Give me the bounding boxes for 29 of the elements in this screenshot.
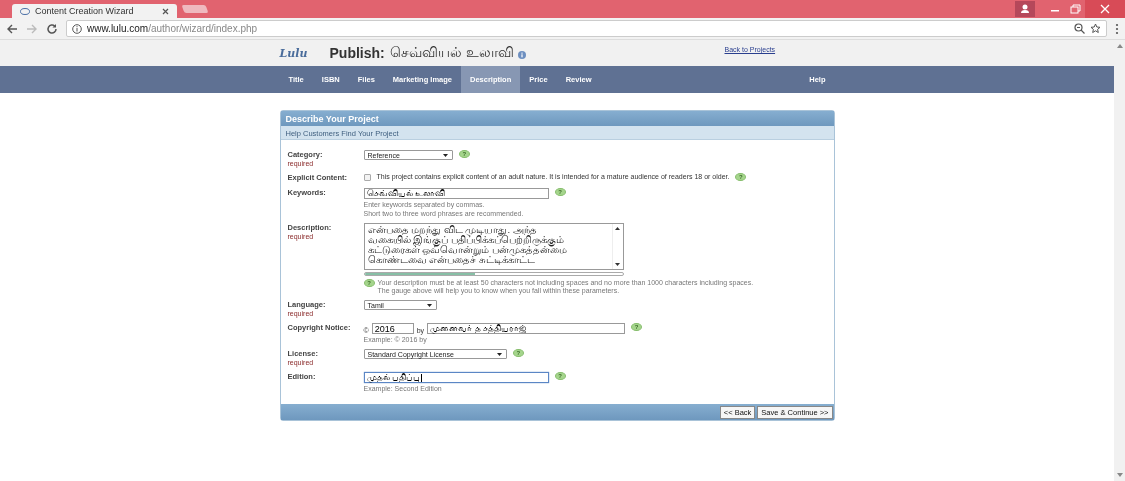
author-field[interactable]: முனைவர் த சத்தியராஜ் [427, 323, 626, 334]
close-icon[interactable] [162, 7, 169, 15]
caret-icon [426, 303, 432, 307]
scroll-up-icon[interactable] [615, 227, 620, 230]
info-icon[interactable] [517, 51, 526, 59]
address-bar[interactable]: www.lulu.com/author/wizard/index.php [66, 20, 1107, 37]
checkbox[interactable] [363, 174, 371, 181]
zoom-out-icon[interactable] [1074, 23, 1085, 34]
back-arrow-icon[interactable] [6, 22, 18, 35]
panel-header: Describe Your Project [280, 111, 834, 126]
description-field[interactable]: என்பதை மறந்து விட முடியாது. அந்த வகையில் இங்குப் பதிப்பிக்கப்பெற்றிருக்கும் கட்டுரைகள் ஒவ்வொன்றும் பன்முகத்தன்மை கொண்டவை என்பதைச் சுட்டிக்காட்ட [363, 223, 624, 270]
caret-icon [442, 153, 448, 157]
page-title: Publish: செவ்வியல் உலாவி [329, 44, 514, 62]
site-logo[interactable]: Lulu [279, 46, 330, 60]
user-icon[interactable] [1015, 1, 1035, 17]
url-text: www.lulu.com/author/wizard/index.php [87, 23, 258, 34]
caret-icon [496, 352, 502, 356]
star-icon[interactable] [1090, 23, 1101, 34]
text-field[interactable]: செவ்வியல் உலாவி [363, 188, 549, 199]
close-icon[interactable] [1085, 0, 1125, 18]
tab-title: Content Creation Wizard [35, 6, 135, 16]
year-field[interactable]: 2016 [371, 323, 414, 334]
forward-arrow-icon [26, 22, 38, 35]
browser-tab[interactable]: Content Creation Wizard [12, 4, 177, 18]
menu-icon[interactable] [1115, 22, 1119, 35]
info-icon [72, 23, 82, 34]
scroll-down-icon[interactable] [615, 263, 620, 266]
text-field[interactable]: முதல் பதிப்பு [363, 372, 549, 383]
reload-icon[interactable] [46, 22, 58, 35]
